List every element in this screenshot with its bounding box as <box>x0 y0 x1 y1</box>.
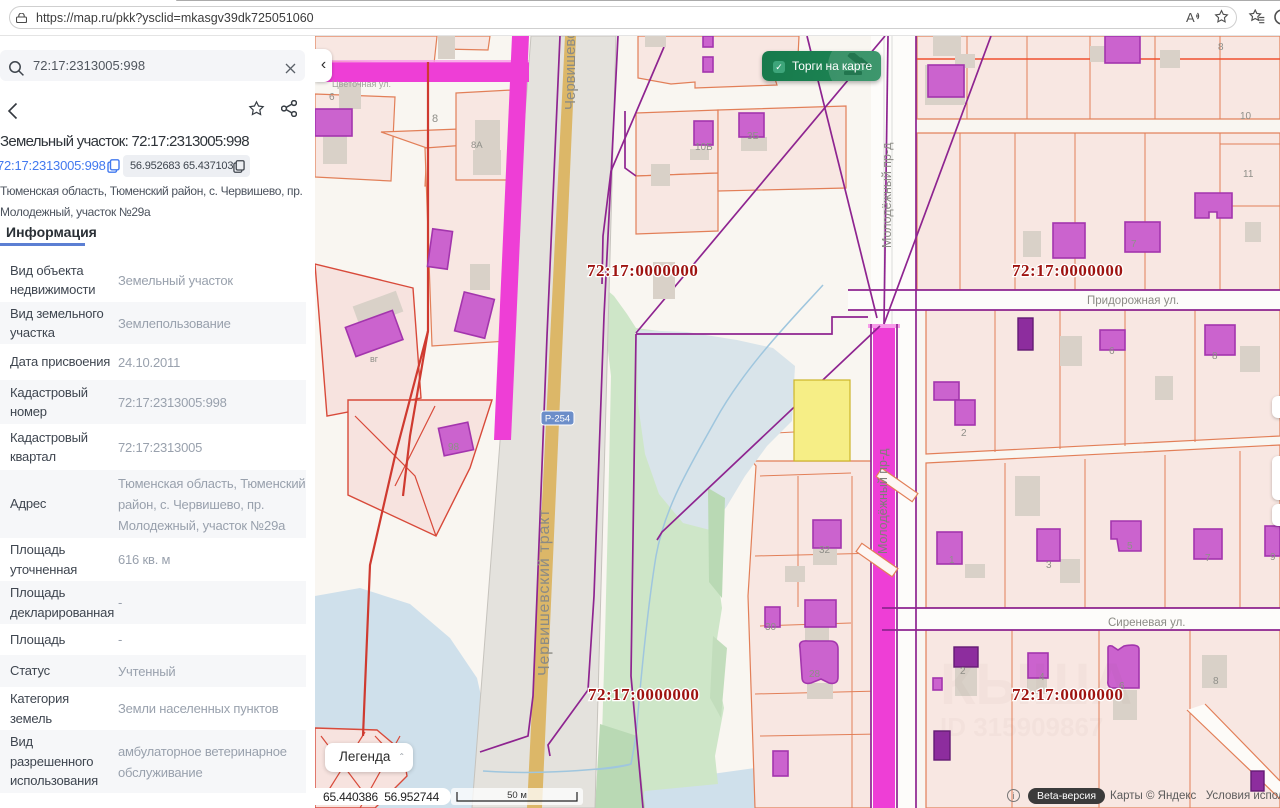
svg-text:A: A <box>1186 10 1195 25</box>
svg-text:Молодёжный пр-д: Молодёжный пр-д <box>880 142 894 248</box>
svg-text:98: 98 <box>448 442 460 453</box>
svg-text:1: 1 <box>949 555 955 566</box>
svg-text:6: 6 <box>329 92 335 103</box>
svg-text:5: 5 <box>1127 541 1133 552</box>
svg-text:вг: вг <box>370 354 379 364</box>
svg-text:10Б: 10Б <box>695 142 713 153</box>
svg-text:9: 9 <box>1270 552 1276 563</box>
svg-text:7: 7 <box>1131 239 1137 250</box>
svg-text:ID 315909867: ID 315909867 <box>940 712 1103 742</box>
svg-text:Червишевский тракт: Червишевский тракт <box>562 36 579 110</box>
svg-text:Молодёжный пр-д: Молодёжный пр-д <box>876 448 890 554</box>
svg-text:8: 8 <box>1218 42 1224 53</box>
svg-text:8: 8 <box>1212 351 1218 362</box>
svg-text:28: 28 <box>809 669 821 680</box>
svg-text:10: 10 <box>1240 111 1252 122</box>
svg-text:72:17:0000000: 72:17:0000000 <box>1012 261 1123 280</box>
svg-text:Придорожная ул.: Придорожная ул. <box>1087 295 1179 307</box>
svg-text:72:17:0000000: 72:17:0000000 <box>1012 685 1123 704</box>
svg-text:50 м: 50 м <box>507 790 527 801</box>
svg-text:32: 32 <box>819 545 831 556</box>
svg-text:2: 2 <box>961 428 967 439</box>
svg-text:Р-254: Р-254 <box>545 414 570 425</box>
svg-text:3: 3 <box>1046 560 1052 571</box>
svg-text:Цветочная ул.: Цветочная ул. <box>332 79 391 89</box>
svg-text:7: 7 <box>1205 553 1211 564</box>
svg-text:Сиреневая ул.: Сиреневая ул. <box>1108 617 1185 629</box>
svg-text:11: 11 <box>1243 169 1254 180</box>
svg-text:Червишевский тракт: Червишевский тракт <box>536 509 553 676</box>
svg-text:72:17:0000000: 72:17:0000000 <box>587 261 698 280</box>
svg-text:8: 8 <box>1213 676 1219 687</box>
svg-text:30: 30 <box>765 622 777 633</box>
svg-text:8А: 8А <box>471 140 483 151</box>
svg-text:6: 6 <box>1109 346 1115 357</box>
svg-text:72:17:0000000: 72:17:0000000 <box>588 685 699 704</box>
svg-text:8: 8 <box>432 113 438 125</box>
svg-text:3Б: 3Б <box>747 131 760 142</box>
